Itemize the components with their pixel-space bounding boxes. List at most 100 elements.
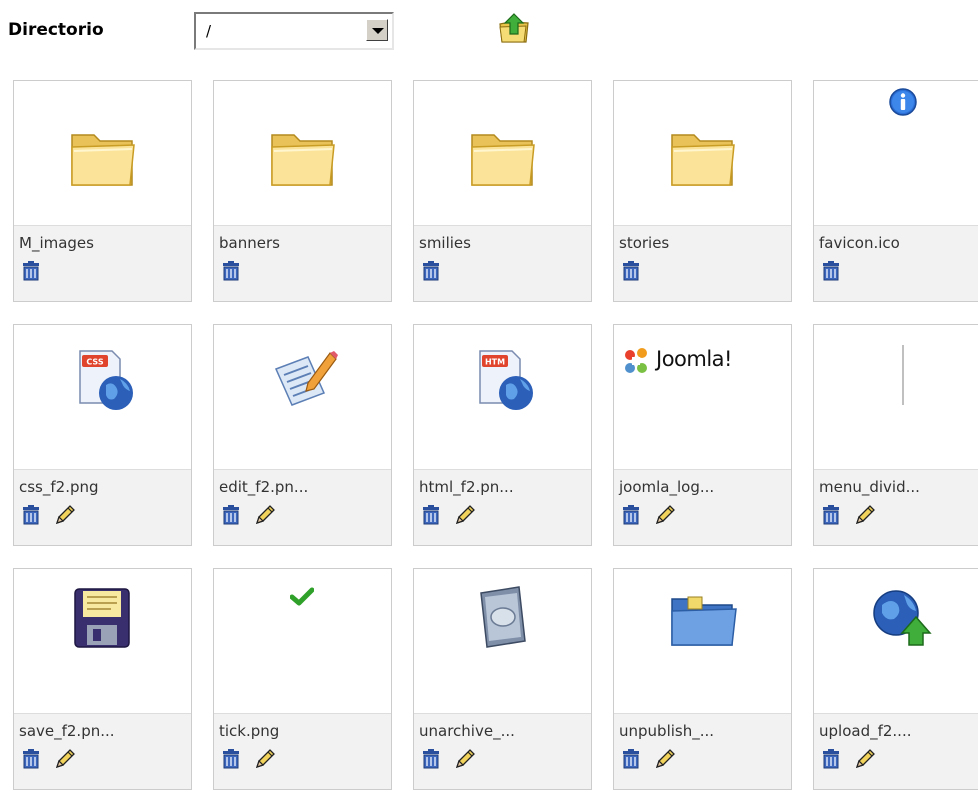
- svg-text:HTM: HTM: [485, 358, 505, 367]
- delete-icon[interactable]: [20, 260, 42, 282]
- file-preview[interactable]: [814, 81, 978, 225]
- edit-icon[interactable]: [454, 748, 476, 770]
- delete-icon[interactable]: [820, 260, 842, 282]
- directory-select[interactable]: /: [194, 12, 394, 50]
- file-preview[interactable]: [14, 81, 191, 225]
- file-info: tick.png: [214, 713, 391, 789]
- file-item[interactable]: upload_f2....: [813, 568, 978, 790]
- delete-icon[interactable]: [220, 504, 242, 526]
- delete-icon[interactable]: [620, 748, 642, 770]
- chevron-down-icon[interactable]: [366, 19, 388, 41]
- file-actions: [220, 260, 254, 282]
- file-item[interactable]: menu_divid...: [813, 324, 978, 546]
- delete-icon[interactable]: [20, 748, 42, 770]
- edit-icon[interactable]: [454, 504, 476, 526]
- file-actions: [820, 504, 888, 526]
- file-preview[interactable]: [814, 569, 978, 713]
- file-info: css_f2.png: [14, 469, 191, 545]
- delete-icon[interactable]: [620, 504, 642, 526]
- file-actions: [220, 504, 288, 526]
- delete-icon[interactable]: [420, 260, 442, 282]
- file-preview[interactable]: [14, 569, 191, 713]
- file-preview[interactable]: [214, 569, 391, 713]
- file-actions: [220, 748, 288, 770]
- directory-toolbar: Directorio /: [0, 0, 978, 60]
- file-info: edit_f2.pn...: [214, 469, 391, 545]
- svg-text:CSS: CSS: [86, 358, 103, 367]
- file-item[interactable]: unarchive_...: [413, 568, 592, 790]
- file-item[interactable]: smilies: [413, 80, 592, 302]
- file-actions: [420, 504, 488, 526]
- file-actions: [20, 748, 88, 770]
- file-info: html_f2.pn...: [414, 469, 591, 545]
- file-preview[interactable]: [814, 325, 978, 469]
- file-name: unpublish_...: [619, 722, 715, 740]
- edit-icon[interactable]: [854, 504, 876, 526]
- file-preview[interactable]: [414, 569, 591, 713]
- delete-icon[interactable]: [220, 260, 242, 282]
- floppy-disk-icon: [69, 585, 135, 655]
- folder-icon: [266, 121, 340, 199]
- globe-upload-icon: [866, 583, 936, 657]
- edit-icon[interactable]: [54, 504, 76, 526]
- file-actions: [820, 260, 854, 282]
- edit-icon[interactable]: [854, 748, 876, 770]
- delete-icon[interactable]: [820, 504, 842, 526]
- edit-icon[interactable]: [654, 504, 676, 526]
- file-preview[interactable]: [414, 81, 591, 225]
- file-item[interactable]: Joomla! joomla_log...: [613, 324, 792, 546]
- file-info: save_f2.pn...: [14, 713, 191, 789]
- file-item[interactable]: favicon.ico: [813, 80, 978, 302]
- edit-icon[interactable]: [654, 748, 676, 770]
- file-preview[interactable]: [214, 81, 391, 225]
- delete-icon[interactable]: [620, 260, 642, 282]
- blue-folder-icon: [666, 587, 740, 657]
- file-item[interactable]: stories: [613, 80, 792, 302]
- file-preview[interactable]: [214, 325, 391, 469]
- file-actions: [620, 504, 688, 526]
- file-actions: [620, 260, 654, 282]
- file-preview[interactable]: [614, 81, 791, 225]
- edit-document-icon: [268, 343, 338, 417]
- file-name: menu_divid...: [819, 478, 920, 496]
- file-name: banners: [219, 234, 280, 252]
- file-item[interactable]: tick.png: [213, 568, 392, 790]
- divider-line-icon: [900, 345, 906, 409]
- edit-icon[interactable]: [254, 748, 276, 770]
- edit-icon[interactable]: [54, 748, 76, 770]
- edit-icon[interactable]: [254, 504, 276, 526]
- directory-value: /: [206, 22, 212, 40]
- file-item[interactable]: edit_f2.pn...: [213, 324, 392, 546]
- delete-icon[interactable]: [420, 504, 442, 526]
- file-name: tick.png: [219, 722, 280, 740]
- file-info: joomla_log...: [614, 469, 791, 545]
- delete-icon[interactable]: [20, 504, 42, 526]
- file-item[interactable]: M_images: [13, 80, 192, 302]
- folder-icon: [666, 121, 740, 199]
- folder-up-icon[interactable]: [496, 10, 532, 46]
- file-item[interactable]: save_f2.pn...: [13, 568, 192, 790]
- file-name: html_f2.pn...: [419, 478, 514, 496]
- file-name: edit_f2.pn...: [219, 478, 309, 496]
- file-item[interactable]: CSS css_f2.png: [13, 324, 192, 546]
- file-name: stories: [619, 234, 670, 252]
- info-icon: [888, 87, 918, 121]
- file-name: favicon.ico: [819, 234, 900, 252]
- file-preview[interactable]: [614, 569, 791, 713]
- file-preview[interactable]: CSS: [14, 325, 191, 469]
- css-file-icon: CSS: [68, 343, 138, 417]
- folder-icon: [66, 121, 140, 199]
- file-name: M_images: [19, 234, 94, 252]
- file-info: menu_divid...: [814, 469, 978, 545]
- folder-icon: [466, 121, 540, 199]
- delete-icon[interactable]: [220, 748, 242, 770]
- file-preview[interactable]: Joomla!: [614, 325, 791, 469]
- file-item[interactable]: banners: [213, 80, 392, 302]
- joomla-logo: Joomla!: [620, 341, 790, 385]
- file-item[interactable]: HTM html_f2.pn...: [413, 324, 592, 546]
- delete-icon[interactable]: [820, 748, 842, 770]
- file-preview[interactable]: HTM: [414, 325, 591, 469]
- delete-icon[interactable]: [420, 748, 442, 770]
- file-item[interactable]: unpublish_...: [613, 568, 792, 790]
- file-name: unarchive_...: [419, 722, 515, 740]
